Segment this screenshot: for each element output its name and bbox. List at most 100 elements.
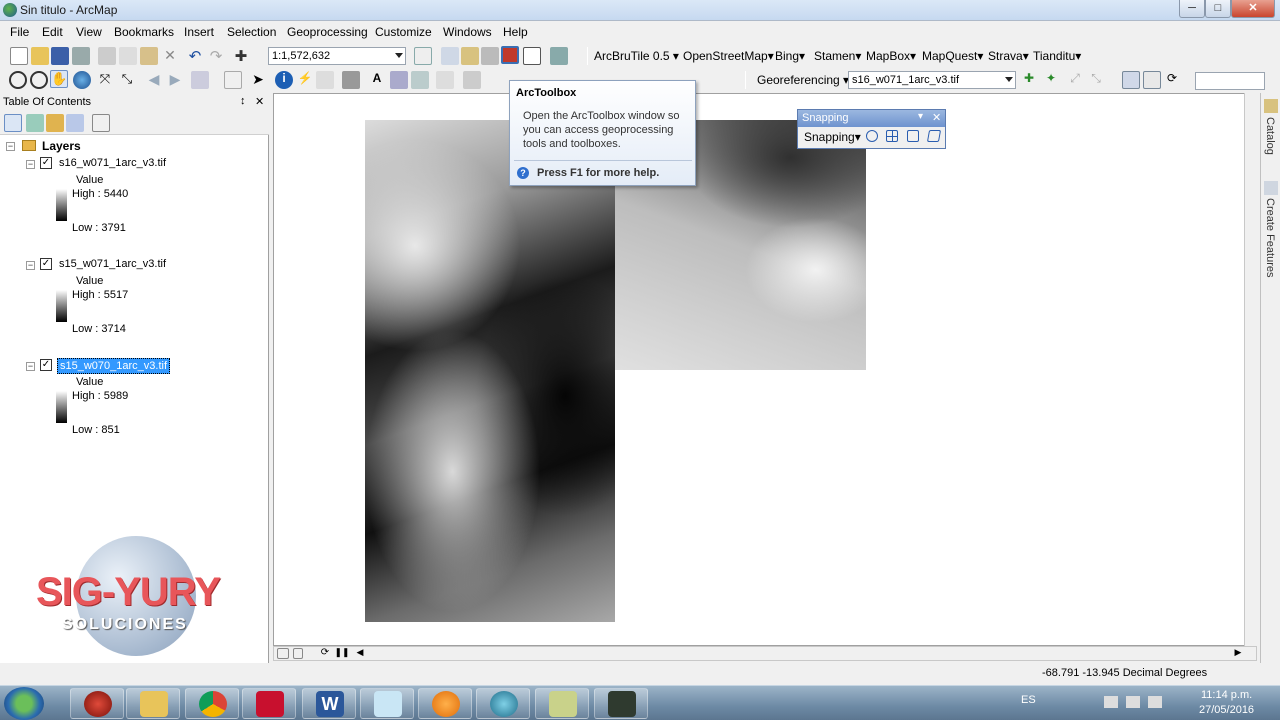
layer-visibility-checkbox[interactable]: ✓ [40,258,52,270]
clear-selection-icon[interactable] [224,71,242,89]
menu-insert[interactable]: Insert [184,25,214,39]
battery-icon[interactable] [1126,696,1140,708]
view-link-table-icon[interactable] [1122,71,1140,89]
taskbar-media-player[interactable] [418,688,472,719]
toc-close-button[interactable]: ✕ [255,95,264,108]
openstreetmap-dropdown[interactable]: OpenStreetMap▾ [683,49,774,63]
mapquest-dropdown[interactable]: MapQuest▾ [922,49,983,63]
back-extent-icon[interactable]: ◀ [145,71,163,89]
layer-visibility-checkbox[interactable]: ✓ [40,359,52,371]
strava-dropdown[interactable]: Strava▾ [988,49,1029,63]
stamen-dropdown[interactable]: Stamen▾ [814,49,861,63]
clock-time[interactable]: 11:14 p.m. [1201,689,1252,701]
open-folder-icon[interactable] [31,47,49,65]
search-input[interactable] [1195,72,1265,90]
measure-icon[interactable] [342,71,360,89]
table-of-contents-icon[interactable] [441,47,459,65]
menu-help[interactable]: Help [503,25,528,39]
vertex-snapping-icon[interactable] [907,130,919,142]
full-extent-icon[interactable] [73,71,91,89]
find-icon[interactable]: A [368,71,386,89]
catalog-window-icon[interactable] [461,47,479,65]
hyperlink-icon[interactable]: ⚡ [296,71,314,89]
menu-geoprocessing[interactable]: Geoprocessing [287,25,368,39]
layout-view-icon[interactable] [293,648,303,659]
taskbar-acrobat[interactable] [242,688,296,719]
time-slider-icon[interactable] [436,71,454,89]
new-document-icon[interactable] [10,47,28,65]
map-view[interactable] [273,93,1257,646]
horizontal-scrollbar[interactable]: ⟳ ❚❚ ◀ ▶ [273,646,1257,661]
layer-collapse-icon[interactable]: − [26,362,35,371]
delete-icon[interactable]: ✕ [161,47,179,65]
shift-icon[interactable]: ⤡ [1087,71,1105,89]
menu-bookmarks[interactable]: Bookmarks [114,25,174,39]
taskbar-georef-tool[interactable] [594,688,648,719]
fixed-zoom-out-icon[interactable]: ⤡ [118,71,136,89]
arctoolbox-icon[interactable] [501,46,519,64]
save-icon[interactable] [51,47,69,65]
find-route-icon[interactable] [390,71,408,89]
layer-name[interactable]: s15_w071_1arc_v3.tif [59,258,166,270]
start-button[interactable] [4,687,44,720]
volume-icon[interactable] [1148,696,1162,708]
copy-icon[interactable] [119,47,137,65]
undo-icon[interactable]: ↶ [186,47,204,65]
refresh-icon[interactable]: ⟳ [1163,71,1181,89]
zoom-out-icon[interactable] [30,71,48,89]
edge-snapping-icon[interactable] [926,130,942,142]
point-snapping-icon[interactable] [866,130,878,142]
search-window-icon[interactable] [481,47,499,65]
layer-collapse-icon[interactable]: − [26,261,35,270]
list-by-drawing-order-icon[interactable] [4,114,22,132]
list-by-visibility-icon[interactable] [46,114,64,132]
taskbar-word[interactable]: W [302,688,356,719]
network-icon[interactable] [1104,696,1118,708]
georeferencing-menu[interactable]: Georeferencing ▾ [757,73,849,87]
go-to-xy-icon[interactable] [411,71,429,89]
html-popup-icon[interactable] [316,71,334,89]
create-features-tab[interactable]: Create Features [1264,198,1276,277]
forward-extent-icon[interactable]: ▶ [166,71,184,89]
select-elements-icon[interactable]: ➤ [249,71,267,89]
close-button[interactable]: ✕ [1231,0,1275,18]
bing-dropdown[interactable]: Bing▾ [775,49,805,63]
data-view-icon[interactable] [277,648,289,659]
pan-icon[interactable]: ✋ [50,70,68,88]
snapping-title-bar[interactable]: Snapping ▾ ✕ [798,110,945,127]
snapping-dropdown[interactable]: Snapping▾ [804,130,861,144]
toc-pin-icon[interactable]: ↕ [240,95,246,107]
layer-visibility-checkbox[interactable]: ✓ [40,157,52,169]
layer-name-selected[interactable]: s15_w070_1arc_v3.tif [57,358,171,374]
catalog-tab[interactable]: Catalog [1264,117,1276,155]
toc-options-icon[interactable] [92,114,110,132]
taskbar-notepad[interactable] [360,688,414,719]
fixed-zoom-in-icon[interactable]: ⤧ [96,71,114,89]
rotate-icon[interactable]: ⤢ [1066,71,1084,89]
menu-file[interactable]: File [10,25,29,39]
vertical-scrollbar[interactable] [1244,93,1257,646]
snapping-menu-icon[interactable]: ▾ [918,111,923,122]
mapbox-dropdown[interactable]: MapBox▾ [866,49,916,63]
menu-edit[interactable]: Edit [42,25,63,39]
paste-icon[interactable] [140,47,158,65]
arcbrutile-dropdown[interactable]: ArcBruTile 0.5 ▾ [594,49,679,63]
layers-collapse-icon[interactable]: − [6,142,15,151]
list-by-source-icon[interactable] [26,114,44,132]
snapping-close-button[interactable]: ✕ [932,111,941,124]
print-icon[interactable] [72,47,90,65]
end-snapping-icon[interactable] [886,130,898,142]
clock-date[interactable]: 27/05/2016 [1199,704,1254,716]
menu-view[interactable]: View [76,25,102,39]
auto-registration-icon[interactable]: ✦ [1042,71,1060,89]
select-features-icon[interactable] [191,71,209,89]
maximize-button[interactable]: □ [1205,0,1231,18]
add-data-icon[interactable]: ✚ [232,47,250,65]
taskbar-explorer[interactable] [126,688,180,719]
add-control-points-icon[interactable]: ✚ [1020,71,1038,89]
taskbar-chrome[interactable] [185,688,239,719]
tianditu-dropdown[interactable]: Tianditu▾ [1033,49,1081,63]
modelbuilder-icon[interactable] [550,47,568,65]
menu-customize[interactable]: Customize [375,25,432,39]
attributes-table-icon[interactable] [1143,71,1161,89]
